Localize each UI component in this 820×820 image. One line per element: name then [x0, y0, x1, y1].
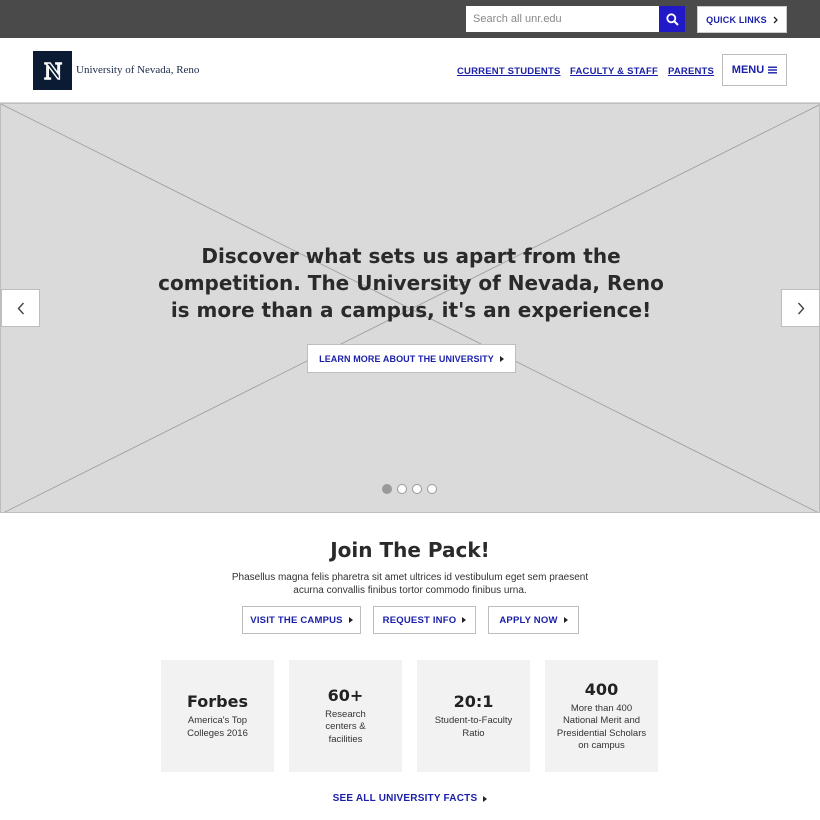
carousel-dots: [382, 484, 437, 494]
nav-faculty-staff[interactable]: FACULTY & STAFF: [570, 66, 658, 77]
utility-bar: QUICK LINKS: [0, 0, 820, 38]
logo-letter: N: [44, 59, 62, 84]
apply-now-button[interactable]: APPLY NOW: [488, 606, 579, 634]
see-all-facts-link[interactable]: SEE ALL UNIVERSITY FACTS: [0, 793, 820, 804]
caret-right-icon: [348, 617, 353, 623]
nav-parents[interactable]: PARENTS: [668, 66, 714, 77]
fact-card-forbes: Forbes America's Top Colleges 2016: [161, 660, 274, 772]
search-input[interactable]: [466, 6, 659, 32]
fact-caption: More than 400 National Merit and Preside…: [556, 702, 647, 752]
request-info-label: REQUEST INFO: [382, 614, 457, 626]
university-logo[interactable]: N: [33, 51, 72, 90]
caret-right-icon: [499, 355, 504, 362]
logo-wordmark[interactable]: University of Nevada, Reno: [76, 64, 199, 76]
fact-value: 400: [584, 679, 619, 699]
apply-now-label: APPLY NOW: [499, 614, 558, 626]
quick-links-button[interactable]: QUICK LINKS: [697, 6, 787, 33]
chevron-left-icon: [17, 302, 24, 314]
visit-campus-button[interactable]: VISIT THE CAMPUS: [242, 606, 361, 634]
visit-campus-label: VISIT THE CAMPUS: [250, 614, 343, 626]
fact-caption: Student-to-Faculty Ratio: [434, 715, 513, 739]
search-button[interactable]: [659, 6, 685, 32]
learn-more-label: LEARN MORE ABOUT THE UNIVERSITY: [319, 353, 494, 364]
fact-card-scholars: 400 More than 400 National Merit and Pre…: [545, 660, 658, 772]
fact-caption: Research centers & facilities: [325, 708, 366, 745]
nav-current-students[interactable]: CURRENT STUDENTS: [457, 66, 560, 77]
see-all-facts-label: SEE ALL UNIVERSITY FACTS: [332, 793, 478, 804]
fact-caption: America's Top Colleges 2016: [187, 715, 248, 739]
fact-card-research: 60+ Research centers & facilities: [289, 660, 402, 772]
caret-right-icon: [483, 795, 488, 802]
hero-carousel: Discover what sets us apart from the com…: [0, 103, 820, 513]
fact-value: 20:1: [453, 692, 494, 711]
menu-button[interactable]: MENU: [722, 54, 787, 86]
fact-value: 60+: [327, 685, 364, 705]
carousel-next-button[interactable]: [781, 289, 819, 327]
site-header: N University of Nevada, Reno CURRENT STU…: [0, 38, 820, 103]
fact-value: Forbes: [187, 692, 248, 711]
carousel-prev-button[interactable]: [1, 289, 40, 327]
carousel-dot-3[interactable]: [412, 484, 422, 494]
learn-more-button[interactable]: LEARN MORE ABOUT THE UNIVERSITY: [307, 344, 516, 373]
menu-label: MENU: [731, 64, 765, 76]
n-logo-icon: N: [43, 58, 62, 84]
join-description: Phasellus magna felis pharetra sit amet …: [231, 572, 589, 596]
join-title: Join The Pack!: [330, 538, 490, 562]
hero-heading: Discover what sets us apart from the com…: [158, 244, 664, 322]
request-info-button[interactable]: REQUEST INFO: [373, 606, 476, 634]
caret-right-icon: [563, 617, 568, 623]
quick-links-label: QUICK LINKS: [706, 14, 767, 25]
caret-right-icon: [462, 617, 467, 623]
hamburger-icon: [768, 66, 778, 74]
carousel-dot-2[interactable]: [397, 484, 407, 494]
chevron-right-icon: [773, 16, 778, 23]
carousel-dot-1[interactable]: [382, 484, 392, 494]
carousel-dot-4[interactable]: [427, 484, 437, 494]
fact-card-ratio: 20:1 Student-to-Faculty Ratio: [417, 660, 530, 772]
chevron-right-icon: [797, 302, 804, 314]
search-icon: [665, 12, 679, 26]
